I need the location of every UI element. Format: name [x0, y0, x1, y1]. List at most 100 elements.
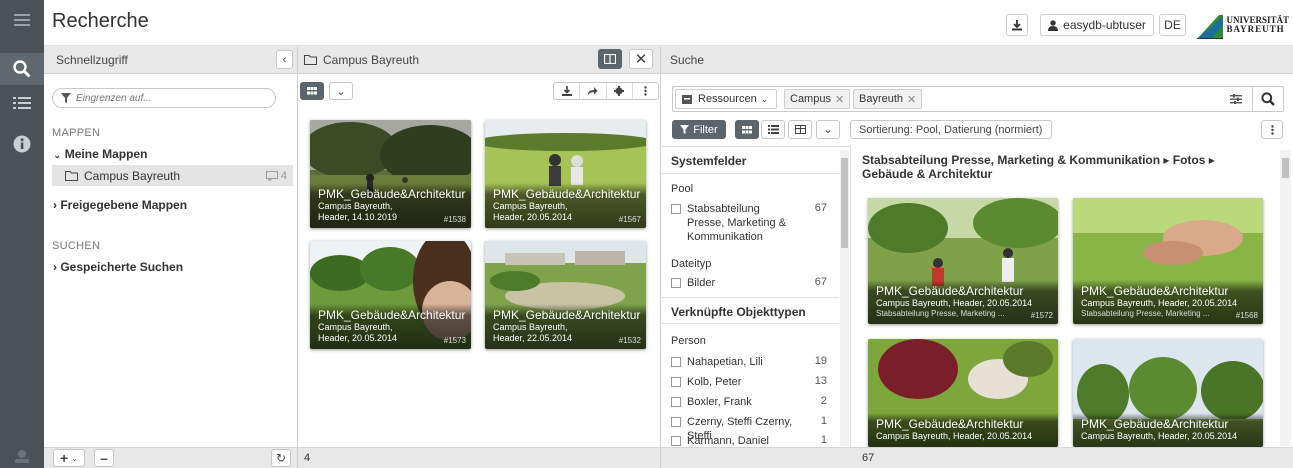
- search-tag-campus[interactable]: Campus ✕: [784, 89, 851, 109]
- search-button[interactable]: [1252, 87, 1283, 111]
- result-card[interactable]: PMK_Gebäude&Architektur Campus Bayreuth,…: [1073, 198, 1263, 324]
- result-pool: Stabsabteilung Presse, Marketing ...: [1081, 309, 1210, 318]
- remove-button[interactable]: –: [94, 449, 114, 467]
- quick-access-filter-input[interactable]: [76, 92, 266, 104]
- collection-card[interactable]: PMK_Gebäude&Architektur Campus Bayreuth,…: [485, 120, 646, 228]
- checkbox[interactable]: [671, 397, 681, 407]
- filter-icon: [61, 93, 71, 103]
- download-button[interactable]: [1006, 14, 1028, 36]
- chevron-down-icon: ⌄: [336, 85, 346, 98]
- close-icon[interactable]: ✕: [907, 93, 916, 106]
- tag-label: Campus: [790, 93, 831, 105]
- result-card[interactable]: PMK_Gebäude&Architektur Campus Bayreuth,…: [868, 198, 1058, 324]
- card-subtitle: Campus Bayreuth,: [318, 201, 393, 211]
- result-subtitle: Campus Bayreuth, Header, 20.05.2014: [876, 298, 1033, 308]
- divider: [661, 323, 839, 324]
- more-options-button[interactable]: [1261, 120, 1283, 139]
- share-icon[interactable]: [580, 83, 607, 99]
- language-button[interactable]: DE: [1159, 14, 1186, 36]
- scrollbar-thumb[interactable]: [841, 158, 848, 248]
- resources-dropdown[interactable]: Ressourcen ⌄: [675, 89, 777, 109]
- checkbox[interactable]: [671, 377, 681, 387]
- collection-card[interactable]: PMK_Gebäude&Architektur Campus Bayreuth,…: [485, 241, 646, 349]
- chevron-down-icon: ⌄: [823, 124, 833, 136]
- close-icon[interactable]: ✕: [835, 93, 844, 106]
- list-icon[interactable]: [0, 87, 44, 119]
- search-footer: 67: [661, 447, 1293, 468]
- gespeicherte-suchen-item[interactable]: › Gespeicherte Suchen: [53, 260, 183, 274]
- download-icon[interactable]: [554, 83, 581, 99]
- filter-scrollbar[interactable]: [840, 150, 849, 446]
- folder-item-campus-bayreuth[interactable]: Campus Bayreuth 4: [52, 165, 293, 186]
- collapse-pane-button[interactable]: ‹: [276, 50, 293, 69]
- collection-card[interactable]: PMK_Gebäude&Architektur Campus Bayreuth,…: [310, 241, 471, 349]
- result-card[interactable]: PMK_Gebäude&Architektur Campus Bayreuth,…: [1073, 339, 1263, 447]
- chevron-down-icon: ⌄: [53, 150, 62, 161]
- info-icon[interactable]: [0, 128, 44, 160]
- panel-icon: [604, 54, 616, 64]
- list-view-button[interactable]: [761, 120, 785, 139]
- person-filter-option[interactable]: Karmann, Daniel 1: [671, 434, 827, 447]
- dateityp-label: Dateityp: [671, 258, 712, 270]
- layout-toggle-button[interactable]: [598, 49, 622, 69]
- checkbox[interactable]: [671, 204, 681, 214]
- folder-icon: [304, 55, 317, 65]
- table-view-button[interactable]: [788, 120, 812, 139]
- table-icon: [794, 125, 806, 134]
- card-subtitle: Campus Bayreuth,: [318, 322, 393, 332]
- view-options-button[interactable]: ⌄: [816, 120, 840, 139]
- more-vertical-icon[interactable]: [633, 83, 658, 99]
- grid-view-button[interactable]: [300, 82, 324, 100]
- grid-view-button[interactable]: [735, 120, 759, 139]
- top-bar: Recherche easydb-ubtuser DE UNIVERSITÄT …: [44, 0, 1293, 46]
- dateityp-filter-option[interactable]: Bilder 67: [671, 276, 827, 290]
- result-caption: PMK_Gebäude&Architektur Campus Bayreuth,…: [868, 280, 1058, 324]
- result-title: PMK_Gebäude&Architektur: [876, 284, 1024, 298]
- quick-access-title: Schnellzugriff: [56, 52, 128, 67]
- refresh-button[interactable]: ↻: [271, 449, 291, 467]
- result-pool: Stabsabteilung Presse, Marketing ...: [876, 309, 1005, 318]
- checkbox[interactable]: [671, 278, 681, 288]
- close-icon: ✕: [634, 51, 648, 68]
- add-button[interactable]: + ⌄: [53, 449, 85, 467]
- gear-icon[interactable]: [607, 83, 633, 99]
- pool-label: Pool: [671, 183, 694, 195]
- chevron-right-icon: ›: [53, 260, 57, 274]
- collection-card[interactable]: PMK_Gebäude&Architektur Campus Bayreuth,…: [310, 120, 471, 228]
- option-label: Stabsabteilung Presse, Marketing & Kommu…: [687, 203, 787, 243]
- menu-icon[interactable]: [0, 4, 44, 36]
- filter-label: Filter: [693, 123, 718, 136]
- user-menu-button[interactable]: easydb-ubtuser: [1040, 14, 1154, 36]
- search-icon[interactable]: [0, 53, 44, 85]
- resource-icon: [682, 94, 692, 104]
- sort-button[interactable]: Sortierung: Pool, Datierung (normiert): [850, 120, 1052, 139]
- result-caption: PMK_Gebäude&Architektur Campus Bayreuth,…: [1073, 280, 1263, 324]
- meine-mappen-label: Meine Mappen: [64, 147, 148, 161]
- page-title: Recherche: [52, 10, 149, 32]
- close-button[interactable]: ✕: [629, 49, 653, 69]
- checkbox[interactable]: [671, 436, 681, 446]
- person-filter-option[interactable]: Kolb, Peter 13: [671, 375, 827, 389]
- checkbox[interactable]: [671, 357, 681, 367]
- person-filter-option[interactable]: Nahapetian, Lili 19: [671, 355, 827, 369]
- view-options-button[interactable]: ⌄: [329, 82, 353, 100]
- checkbox[interactable]: [671, 417, 681, 427]
- search-tag-bayreuth[interactable]: Bayreuth ✕: [853, 89, 923, 109]
- meine-mappen-item[interactable]: ⌄ Meine Mappen: [53, 147, 147, 161]
- filter-button[interactable]: Filter: [672, 120, 726, 139]
- results-scrollbar[interactable]: [1280, 150, 1291, 446]
- card-title: PMK_Gebäude&Architektur: [493, 308, 641, 322]
- search-settings-icon[interactable]: [1228, 91, 1244, 107]
- quick-access-header: Schnellzugriff ‹: [44, 46, 297, 74]
- list-icon: [767, 125, 779, 134]
- freigegebene-mappen-item[interactable]: › Freigegebene Mappen: [53, 198, 187, 212]
- person-filter-option[interactable]: Boxler, Frank 2: [671, 395, 827, 409]
- pool-filter-option[interactable]: Stabsabteilung Presse, Marketing & Kommu…: [671, 202, 827, 244]
- pane-divider[interactable]: [297, 46, 298, 468]
- result-subtitle: Campus Bayreuth, Header, 20.05.2014: [876, 431, 1033, 441]
- user-icon[interactable]: [0, 444, 44, 468]
- result-card[interactable]: PMK_Gebäude&Architektur Campus Bayreuth,…: [868, 339, 1058, 447]
- scrollbar-thumb[interactable]: [1282, 158, 1289, 178]
- quick-access-filter[interactable]: [52, 88, 276, 108]
- person-label: Person: [671, 335, 706, 347]
